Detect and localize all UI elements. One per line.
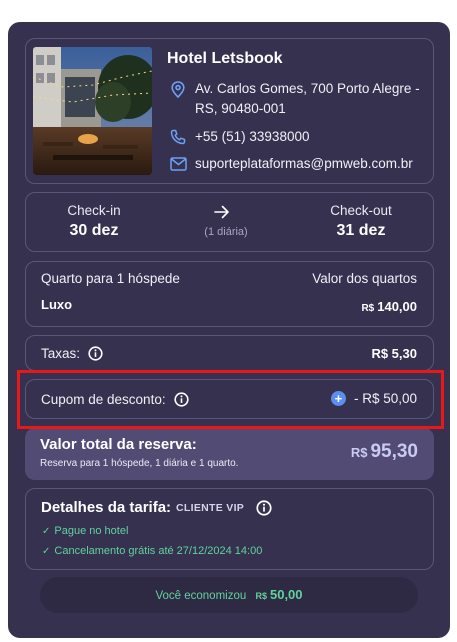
info-icon[interactable] (88, 346, 103, 361)
hotel-email[interactable]: suporteplataformas@pmweb.com.br (167, 154, 413, 174)
checkin-date: 30 dez (69, 222, 119, 239)
checkout-block: Check-out 31 dez (316, 203, 406, 240)
total-card: Valor total da reserva: Reserva para 1 h… (25, 428, 434, 480)
checkin-label: Check-in (67, 203, 121, 218)
info-icon[interactable] (256, 499, 272, 516)
savings-currency: R$ (255, 591, 267, 601)
stay-dates-card: Check-in 30 dez (1 diária) Check-out 31 … (25, 192, 434, 252)
hotel-card: Hotel Letsbook Av. Carlos Gomes, 700 Por… (25, 38, 434, 184)
fare-item: ✓ Pague no hotel (42, 525, 128, 537)
mail-icon (167, 154, 189, 174)
total-amount: 95,30 (370, 441, 418, 462)
check-icon: ✓ (42, 525, 51, 537)
fare-details-card: Detalhes da tarifa: CLIENTE VIP ✓ Pague … (25, 488, 434, 570)
taxes-value: R$ 5,30 (371, 346, 417, 361)
hotel-name: Hotel Letsbook (167, 50, 283, 67)
coupon-highlight-box (17, 370, 444, 429)
fare-item-text: Cancelamento grátis até 27/12/2024 14:00 (54, 545, 263, 557)
taxes-label-row: Taxas: (41, 346, 103, 361)
checkin-block: Check-in 30 dez (54, 203, 134, 240)
hotel-email-text: suporteplataformas@pmweb.com.br (195, 156, 413, 171)
nights-count: (1 diária) (204, 226, 248, 238)
total-title: Valor total da reserva: (40, 436, 197, 453)
hotel-address-text: Av. Carlos Gomes, 700 Porto Alegre - RS,… (195, 81, 420, 116)
room-guests-label: Quarto para 1 hóspede (41, 271, 180, 286)
savings-value: 50,00 (269, 587, 303, 602)
fare-tag: CLIENTE VIP (176, 501, 245, 514)
room-name: Luxo (41, 297, 73, 312)
room-card: Quarto para 1 hóspede Valor dos quartos … (25, 261, 434, 327)
fare-item-text: Pague no hotel (54, 525, 129, 537)
hotel-address: Av. Carlos Gomes, 700 Porto Alegre - RS,… (167, 79, 429, 119)
phone-icon (167, 127, 189, 147)
fare-title-row: Detalhes da tarifa: CLIENTE VIP (41, 499, 272, 516)
fare-item: ✓ Cancelamento grátis até 27/12/2024 14:… (42, 545, 262, 557)
savings-label: Você economizou (155, 590, 247, 602)
total-subtitle: Reserva para 1 hóspede, 1 diária e 1 qua… (40, 458, 239, 469)
checkout-label: Check-out (330, 203, 392, 218)
room-price-currency: R$ (361, 303, 375, 314)
total-currency: R$ (350, 445, 368, 460)
savings-amount: R$ 50,00 (255, 587, 302, 602)
total-value: R$ 95,30 (351, 441, 418, 463)
booking-summary-panel: Hotel Letsbook Av. Carlos Gomes, 700 Por… (8, 22, 450, 638)
room-price: R$ 140,00 (361, 299, 417, 314)
room-price-value: 140,00 (377, 299, 417, 314)
arrow-right-icon (214, 205, 230, 224)
check-icon: ✓ (42, 545, 51, 557)
taxes-label: Taxas: (41, 346, 81, 361)
fare-title: Detalhes da tarifa: (41, 499, 172, 516)
hotel-phone-text: +55 (51) 33938000 (195, 129, 310, 144)
hotel-phone[interactable]: +55 (51) 33938000 (167, 127, 309, 147)
location-pin-icon (167, 79, 189, 99)
room-value-label: Valor dos quartos (312, 271, 417, 286)
hotel-photo (33, 47, 152, 175)
taxes-card: Taxas: R$ 5,30 (25, 335, 434, 371)
checkout-date: 31 dez (336, 222, 386, 239)
savings-banner: Você economizou R$ 50,00 (40, 577, 418, 613)
